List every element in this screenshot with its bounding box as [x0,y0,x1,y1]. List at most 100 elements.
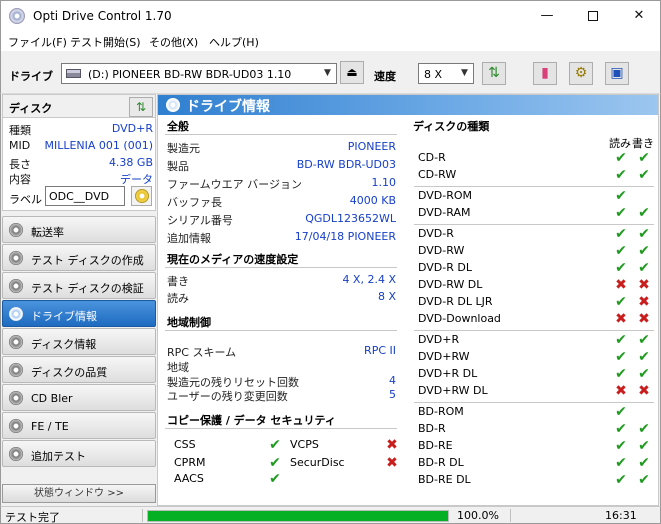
disc-type-name: BD-RE [418,439,453,452]
speed-select[interactable]: 8 X ▼ [418,63,474,84]
check-icon: ✔ [615,421,627,437]
check-icon: ✔ [615,332,627,348]
disc-type-name: DVD-RW DL [418,278,483,291]
speed-select-value: 8 X [424,68,443,81]
divider [165,267,397,268]
check-icon: ✔ [638,455,650,471]
disc-type-name: DVD-RAM [418,206,471,219]
disc-label-key: ラベル [9,193,42,206]
copy-vcps-label: VCPS [290,438,319,451]
eraser-icon: ▮ [541,65,549,81]
check-icon: ✔ [638,260,650,276]
check-icon: ✔ [638,349,650,365]
status-window-button[interactable]: 状態ウィンドウ >> [2,484,156,503]
disc-icon [9,335,23,349]
check-icon: ✔ [615,294,627,310]
disc-refresh-button[interactable]: ⇅ [129,97,153,117]
region-row: ユーザーの残り変更回数 5 [167,388,396,403]
info-row: バッファ長 4000 KB [167,194,396,209]
check-icon: ✔ [615,226,627,242]
save-button[interactable]: ▣ [605,62,629,85]
disc-type-name: DVD-R DL LJR [418,295,493,308]
disc-types-heading: ディスクの種類 [413,120,490,133]
region-row: 製造元の残りリセット回数 4 [167,374,396,389]
copy-aacs-label: AACS [174,472,204,485]
check-icon: ✔ [615,349,627,365]
disc-type-name: DVD-Download [418,312,501,325]
menu-file[interactable]: ファイル(F) [8,34,67,50]
disc-type-row: CD-R ✔ ✔ [418,150,658,167]
disc-type-row: BD-RE DL ✔ ✔ [418,472,658,489]
eject-button[interactable]: ⏏ [340,61,364,84]
disc-type-row: BD-ROM ✔ [418,404,658,421]
info-row: 製品 BD-RW BDR-UD03 [167,158,396,173]
check-icon: ✔ [615,205,627,221]
disc-type-row: BD-RE ✔ ✔ [418,438,658,455]
disc-type-name: DVD+RW [418,350,470,363]
disc-header-title: ディスク [9,102,53,115]
disc-icon [9,251,23,265]
nav-create-test-disc[interactable]: テスト ディスクの作成 [2,244,156,271]
check-icon: ✔ [615,455,627,471]
close-button[interactable]: ✕ [616,1,661,31]
refresh-speeds-button[interactable]: ⇅ [482,62,506,85]
maximize-button[interactable] [570,1,616,31]
settings-button[interactable]: ⚙ [569,62,593,85]
disc-type-name: BD-ROM [418,405,464,418]
divider [414,224,654,225]
check-icon: ✔ [615,150,627,166]
cross-icon: ✖ [638,383,650,399]
divider [165,330,397,331]
disc-type-row: 種類 DVD+R [9,122,153,137]
check-icon: ✔ [615,472,627,488]
copy-css-label: CSS [174,438,196,451]
divider [142,509,143,522]
drive-select[interactable]: (D:) PIONEER BD-RW BDR-UD03 1.10 ▼ [61,63,337,84]
nav-disc-quality[interactable]: ディスクの品質 [2,356,156,383]
copy-securdisc-label: SecurDisc [290,456,345,469]
cd-icon [135,189,149,203]
copy-cprm-label: CPRM [174,456,206,469]
gears-icon: ⚙ [574,65,588,81]
disc-icon [166,98,180,112]
check-icon: ✔ [615,167,627,183]
menu-help[interactable]: ヘルプ(H) [209,34,259,50]
check-icon: ✔ [615,188,627,204]
nav-cd-bler[interactable]: CD Bler [2,384,156,411]
cross-icon: ✖ [615,277,627,293]
cross-icon: ✖ [638,311,650,327]
nav-fe-te[interactable]: FE / TE [2,412,156,439]
erase-button[interactable]: ▮ [533,62,557,85]
info-row: シリアル番号 QGDL123652WL [167,212,396,227]
nav-drive-info[interactable]: ドライブ情報 [2,300,156,327]
cross-icon: ✖ [638,294,650,310]
minimize-button[interactable]: — [524,1,570,31]
nav-transfer-rate[interactable]: 転送率 [2,216,156,243]
left-panel: ディスク ⇅ 種類 DVD+R MID MILLENIA 001 (001) 長… [2,94,156,506]
disc-label-button[interactable] [131,186,152,206]
progress-label: 100.0% [457,509,499,522]
menu-other[interactable]: その他(X) [149,34,198,50]
disc-label-input[interactable]: ODC__DVD [45,186,125,206]
check-icon: ✔ [638,366,650,382]
disc-type-row: DVD+R DL ✔ ✔ [418,366,658,383]
read-column-header: 読み [609,137,631,150]
nav-extra-tests[interactable]: 追加テスト [2,440,156,467]
disc-type-name: BD-R DL [418,456,464,469]
speed-row: 書き 4 X, 2.4 X [167,273,396,288]
divider [510,509,511,522]
floppy-disk-icon: ▣ [610,65,624,81]
divider [414,186,654,187]
divider [165,428,397,429]
nav-disc-info[interactable]: ディスク情報 [2,328,156,355]
speed-row: 読み 8 X [167,290,396,305]
general-heading: 全般 [167,120,189,133]
nav-verify-test-disc[interactable]: テスト ディスクの検証 [2,272,156,299]
disc-app-icon [9,8,25,24]
disc-type-name: DVD+R DL [418,367,478,380]
disc-icon [9,307,23,321]
menu-test-start[interactable]: テスト開始(S) [70,34,141,50]
divider [414,330,654,331]
check-icon: ✔ [638,421,650,437]
window-title: Opti Drive Control 1.70 [33,9,172,23]
